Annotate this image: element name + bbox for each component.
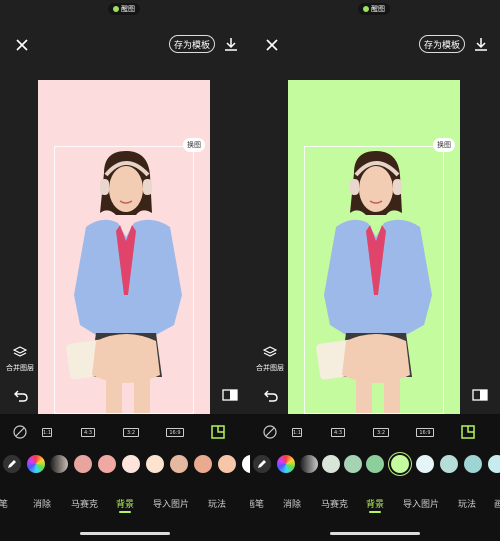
- home-indicator: [330, 532, 420, 535]
- save-template-button[interactable]: 存为模板: [419, 35, 465, 53]
- tab-erase[interactable]: 消除: [33, 497, 51, 510]
- app-dot-icon: [113, 6, 119, 12]
- download-icon[interactable]: [473, 36, 489, 52]
- layers-icon: [262, 346, 278, 357]
- active-tab-indicator: [119, 511, 131, 513]
- color-swatch[interactable]: [322, 455, 340, 473]
- tab-mosaic[interactable]: 马赛克: [71, 497, 98, 510]
- tab-play[interactable]: 玩法: [208, 497, 226, 510]
- color-swatch[interactable]: [242, 455, 250, 473]
- undo-icon[interactable]: [13, 388, 29, 402]
- undo-icon[interactable]: [263, 388, 279, 402]
- swap-image-button[interactable]: 换图: [433, 138, 455, 152]
- ratio-16-9[interactable]: 16:9: [416, 428, 434, 437]
- tool-tabs: 画笔 消除 马赛克 背景 导入图片 玩法: [0, 497, 250, 513]
- selection-box[interactable]: [304, 146, 444, 414]
- editor-screen-left: 醒图 存为模板 换图 合并图层 1:1 4:3 3:2 16:9 笔 消除 马赛…: [0, 0, 250, 541]
- tab-background[interactable]: 背景: [366, 497, 384, 510]
- crop-icon[interactable]: [460, 424, 476, 440]
- layers-icon: [12, 346, 28, 357]
- tool-tabs: 画笔 消除 马赛克 背景 导入图片 玩法 画笔: [250, 497, 500, 513]
- merge-layers-button[interactable]: 合并图层: [5, 343, 35, 373]
- color-swatch[interactable]: [300, 455, 318, 473]
- ratio-4-3[interactable]: 4:3: [81, 428, 95, 437]
- color-swatch-selected[interactable]: [391, 455, 409, 473]
- ratio-3-2[interactable]: 3:2: [123, 428, 139, 437]
- ratio-4-3[interactable]: 4:3: [331, 428, 345, 437]
- color-wheel-icon[interactable]: [27, 455, 45, 473]
- merge-layers-label: 合并图层: [256, 364, 284, 372]
- color-wheel-icon[interactable]: [277, 455, 295, 473]
- color-swatch[interactable]: [464, 455, 482, 473]
- color-swatch[interactable]: [170, 455, 188, 473]
- color-swatch[interactable]: [50, 455, 68, 473]
- tab-background[interactable]: 背景: [116, 497, 134, 510]
- color-swatch[interactable]: [416, 455, 434, 473]
- ratio-row: 1:1 4:3 3:2 16:9: [0, 423, 250, 443]
- app-status-pill: 醒图: [358, 3, 390, 15]
- crop-icon[interactable]: [210, 424, 226, 440]
- close-icon[interactable]: [263, 36, 281, 54]
- no-background-icon[interactable]: [13, 425, 27, 439]
- download-icon[interactable]: [223, 36, 239, 52]
- custom-color-button[interactable]: [253, 455, 271, 473]
- app-status-pill: 醒图: [108, 3, 140, 15]
- color-swatch[interactable]: [194, 455, 212, 473]
- tab-import-image[interactable]: 导入图片: [153, 497, 189, 510]
- color-swatch[interactable]: [366, 455, 384, 473]
- tab-mosaic[interactable]: 马赛克: [321, 497, 348, 510]
- swap-image-button[interactable]: 换图: [183, 138, 205, 152]
- home-indicator: [80, 532, 170, 535]
- ratio-row: 1:1 4:3 3:2 16:9: [250, 423, 500, 443]
- tab-brush-next[interactable]: 画笔: [494, 497, 500, 510]
- merge-layers-button[interactable]: 合并图层: [255, 343, 285, 373]
- compare-icon[interactable]: [222, 388, 238, 402]
- compare-icon[interactable]: [472, 388, 488, 402]
- color-swatch[interactable]: [98, 455, 116, 473]
- app-dot-icon: [363, 6, 369, 12]
- pencil-icon: [258, 460, 266, 468]
- merge-layers-label: 合并图层: [6, 364, 34, 372]
- save-template-button[interactable]: 存为模板: [169, 35, 215, 53]
- color-swatch[interactable]: [146, 455, 164, 473]
- color-swatch[interactable]: [122, 455, 140, 473]
- tab-play[interactable]: 玩法: [458, 497, 476, 510]
- tab-brush[interactable]: 画笔: [250, 497, 264, 510]
- color-swatch[interactable]: [218, 455, 236, 473]
- app-name: 醒图: [371, 5, 385, 13]
- color-swatch[interactable]: [344, 455, 362, 473]
- color-swatch[interactable]: [74, 455, 92, 473]
- color-swatch-row: [250, 453, 500, 475]
- color-swatch[interactable]: [488, 455, 500, 473]
- ratio-16-9[interactable]: 16:9: [166, 428, 184, 437]
- tab-brush[interactable]: 画笔: [0, 497, 8, 510]
- ratio-1-1[interactable]: 1:1: [42, 428, 52, 437]
- active-tab-indicator: [369, 511, 381, 513]
- color-swatch-row: [0, 453, 250, 475]
- custom-color-button[interactable]: [3, 455, 21, 473]
- app-name: 醒图: [121, 5, 135, 13]
- tab-import-image[interactable]: 导入图片: [403, 497, 439, 510]
- editor-screen-right: 醒图 存为模板 换图 合并图层 1:1 4:3 3:2 16:9 画笔 消除 马…: [250, 0, 500, 541]
- pencil-icon: [8, 460, 16, 468]
- selection-box[interactable]: [54, 146, 194, 414]
- no-background-icon[interactable]: [263, 425, 277, 439]
- ratio-3-2[interactable]: 3:2: [373, 428, 389, 437]
- color-swatch[interactable]: [440, 455, 458, 473]
- close-icon[interactable]: [13, 36, 31, 54]
- ratio-1-1[interactable]: 1:1: [292, 428, 302, 437]
- tab-erase[interactable]: 消除: [283, 497, 301, 510]
